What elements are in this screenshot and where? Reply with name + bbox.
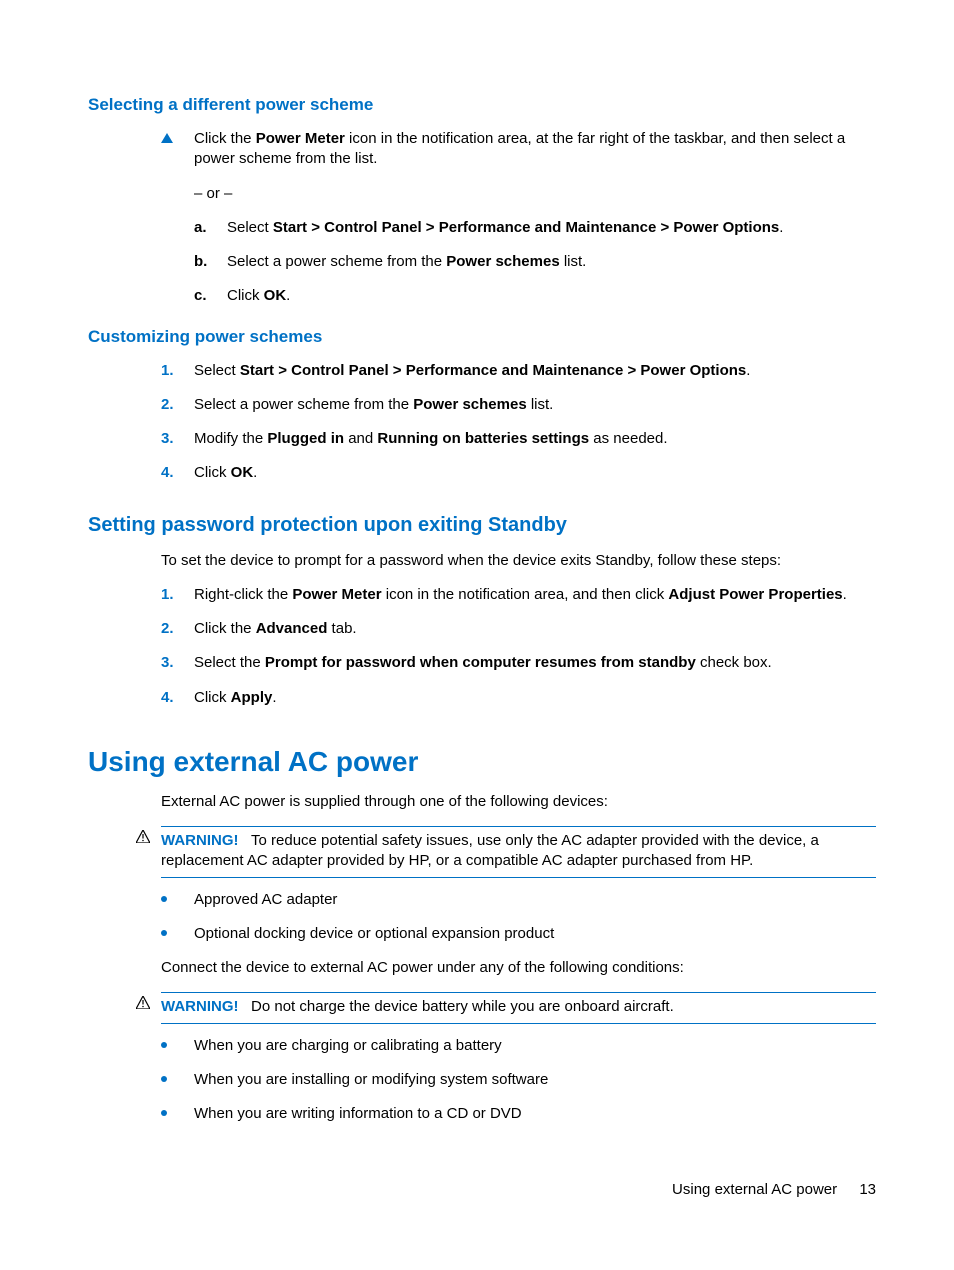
body-text: Click the Advanced tab. — [194, 619, 357, 639]
step-marker: a. — [194, 218, 227, 238]
step-c: c. Click OK. — [194, 286, 876, 306]
step-4: 4. Click OK. — [161, 463, 876, 483]
warning-label: WARNING! — [161, 832, 239, 849]
warning-content: WARNING! Do not charge the device batter… — [161, 992, 876, 1023]
step-a: a. Select Start > Control Panel > Perfor… — [194, 218, 876, 238]
body-text: Select a power scheme from the Power sch… — [227, 252, 586, 272]
warning-icon — [136, 992, 161, 1015]
heading-selecting-scheme: Selecting a different power scheme — [88, 95, 876, 115]
body-text: Modify the Plugged in and Running on bat… — [194, 429, 668, 449]
heading-external-ac-power: Using external AC power — [88, 746, 876, 778]
warning-box: WARNING! To reduce potential safety issu… — [136, 826, 876, 878]
page-number: 13 — [859, 1181, 876, 1198]
body-text: Optional docking device or optional expa… — [194, 924, 554, 944]
body-text: Select the Prompt for password when comp… — [194, 653, 772, 673]
triangle-icon — [161, 129, 194, 143]
step-2: 2. Select a power scheme from the Power … — [161, 395, 876, 415]
step-marker: 3. — [161, 429, 194, 449]
step-b: b. Select a power scheme from the Power … — [194, 252, 876, 272]
body-text: Click the Power Meter icon in the notifi… — [194, 129, 876, 170]
triangle-item: Click the Power Meter icon in the notifi… — [161, 129, 876, 170]
body-text: Select a power scheme from the Power sch… — [194, 395, 553, 415]
warning-text: Do not charge the device battery while y… — [251, 998, 674, 1015]
document-page: Selecting a different power scheme Click… — [0, 0, 954, 1178]
step-marker: c. — [194, 286, 227, 306]
warning-text: To reduce potential safety issues, use o… — [161, 832, 819, 869]
step-marker: 4. — [161, 463, 194, 483]
step-4: 4. Click Apply. — [161, 688, 876, 708]
body-text: Select Start > Control Panel > Performan… — [227, 218, 783, 238]
body-text: Select Start > Control Panel > Performan… — [194, 361, 750, 381]
bullet-icon — [161, 890, 194, 902]
step-marker: b. — [194, 252, 227, 272]
bullet-icon — [161, 1104, 194, 1116]
footer-text: Using external AC power — [672, 1181, 837, 1198]
step-marker: 1. — [161, 361, 194, 381]
body-text: Click Apply. — [194, 688, 277, 708]
heading-password-standby: Setting password protection upon exiting… — [88, 514, 876, 537]
body-text: When you are installing or modifying sys… — [194, 1070, 548, 1090]
bullet-item: Optional docking device or optional expa… — [161, 924, 876, 944]
bullet-icon — [161, 1036, 194, 1048]
step-marker: 1. — [161, 585, 194, 605]
step-1: 1. Right-click the Power Meter icon in t… — [161, 585, 876, 605]
body-text: To set the device to prompt for a passwo… — [161, 551, 876, 571]
body-text: Approved AC adapter — [194, 890, 337, 910]
warning-content: WARNING! To reduce potential safety issu… — [161, 826, 876, 878]
warning-box: WARNING! Do not charge the device batter… — [136, 992, 876, 1023]
bullet-icon — [161, 1070, 194, 1082]
warning-label: WARNING! — [161, 998, 239, 1015]
bullet-item: When you are writing information to a CD… — [161, 1104, 876, 1124]
step-marker: 2. — [161, 395, 194, 415]
body-text: External AC power is supplied through on… — [161, 792, 876, 812]
body-text: Click OK. — [227, 286, 290, 306]
page-footer: Using external AC power 13 — [672, 1181, 876, 1198]
step-3: 3. Select the Prompt for password when c… — [161, 653, 876, 673]
step-1: 1. Select Start > Control Panel > Perfor… — [161, 361, 876, 381]
step-marker: 4. — [161, 688, 194, 708]
bullet-item: When you are installing or modifying sys… — [161, 1070, 876, 1090]
body-text: When you are writing information to a CD… — [194, 1104, 522, 1124]
step-3: 3. Modify the Plugged in and Running on … — [161, 429, 876, 449]
bullet-icon — [161, 924, 194, 936]
step-marker: 2. — [161, 619, 194, 639]
bullet-item: Approved AC adapter — [161, 890, 876, 910]
warning-icon — [136, 826, 161, 849]
body-text: When you are charging or calibrating a b… — [194, 1036, 502, 1056]
or-separator: – or – — [194, 184, 876, 204]
bullet-item: When you are charging or calibrating a b… — [161, 1036, 876, 1056]
step-marker: 3. — [161, 653, 194, 673]
step-2: 2. Click the Advanced tab. — [161, 619, 876, 639]
body-text: Right-click the Power Meter icon in the … — [194, 585, 847, 605]
heading-customizing-schemes: Customizing power schemes — [88, 327, 876, 347]
body-text: Connect the device to external AC power … — [161, 958, 876, 978]
body-text: Click OK. — [194, 463, 257, 483]
